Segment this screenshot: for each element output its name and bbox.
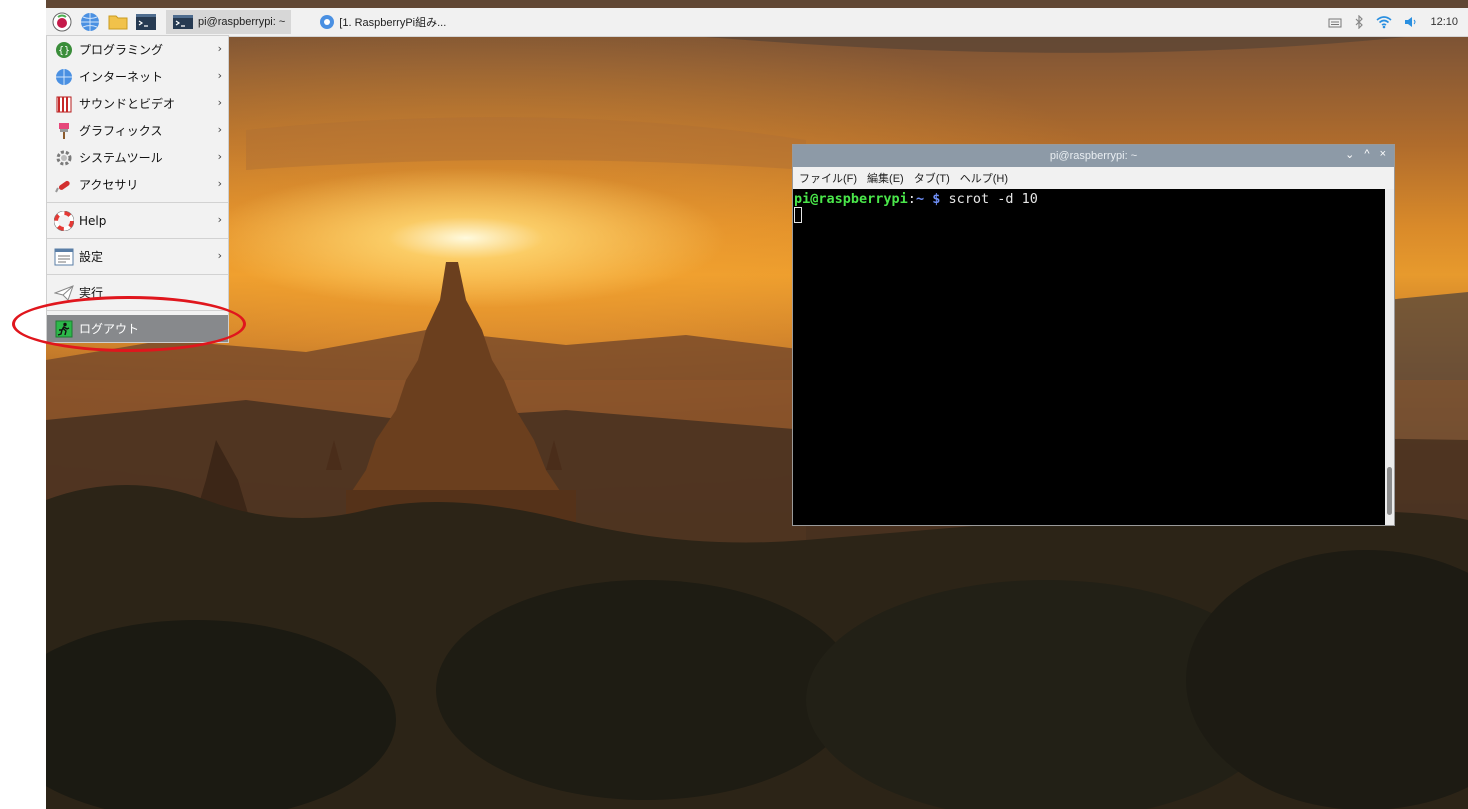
close-icon[interactable]: × (1380, 148, 1386, 161)
menu-item-graphics[interactable]: グラフィックス › (47, 117, 228, 144)
command-text: scrot -d 10 (940, 191, 1038, 207)
settings-panel-icon (53, 246, 75, 268)
prompt-separator: : (907, 191, 916, 207)
menu-separator (47, 202, 228, 203)
volume-icon[interactable] (1404, 15, 1418, 29)
prompt-user: pi@raspberrypi (794, 191, 908, 207)
swiss-knife-icon (53, 174, 75, 196)
prompt-path: ~ $ (915, 191, 941, 207)
menu-item-label: 設定 (79, 250, 104, 264)
terminal-launcher-icon[interactable] (134, 10, 158, 34)
paintbrush-icon (53, 120, 75, 142)
terminal-output[interactable]: pi@raspberrypi:~ $ scrot -d 10 (793, 189, 1385, 525)
highlight-circle (12, 296, 246, 352)
taskbar-item-terminal[interactable]: pi@raspberrypi: ~ (166, 10, 292, 34)
taskbar-item-browser[interactable]: [1. RaspberryPi組み... (313, 10, 452, 34)
minimize-icon[interactable]: ⌄ (1345, 148, 1354, 161)
terminal-icon (173, 15, 193, 29)
menu-separator (47, 274, 228, 275)
file-manager-icon[interactable] (106, 10, 130, 34)
web-browser-icon[interactable] (78, 10, 102, 34)
wifi-icon[interactable] (1376, 15, 1392, 29)
taskbar-item-label: [1. RaspberryPi組み... (339, 17, 447, 29)
submenu-arrow-icon: › (217, 150, 222, 163)
menu-item-label: システムツール (79, 151, 163, 165)
menu-edit[interactable]: 編集(E) (867, 170, 904, 186)
terminal-line: pi@raspberrypi:~ $ scrot -d 10 (794, 191, 1384, 207)
menu-item-help[interactable]: Help › (47, 207, 228, 234)
raspberry-menu-icon[interactable] (50, 10, 74, 34)
submenu-arrow-icon: › (217, 96, 222, 109)
menu-item-label: グラフィックス (79, 124, 163, 138)
menu-item-system-tools[interactable]: システムツール › (47, 144, 228, 171)
terminal-line (794, 207, 1384, 223)
popcorn-icon (53, 93, 75, 115)
menu-item-internet[interactable]: インターネット › (47, 63, 228, 90)
bluetooth-icon[interactable] (1354, 15, 1364, 29)
system-tray: 12:10 (1328, 15, 1468, 29)
submenu-arrow-icon: › (217, 213, 222, 226)
terminal-scrollbar[interactable] (1385, 189, 1394, 525)
menu-item-label: アクセサリ (79, 178, 139, 192)
menu-item-label: サウンドとビデオ (79, 97, 176, 111)
menu-item-label: インターネット (79, 70, 164, 84)
programming-icon: {} (53, 39, 75, 61)
menu-help[interactable]: ヘルプ(H) (960, 170, 1008, 186)
terminal-titlebar[interactable]: pi@raspberrypi: ~ ⌄ ^ × (793, 145, 1394, 167)
terminal-window: pi@raspberrypi: ~ ⌄ ^ × ファイル(F) 編集(E) タブ… (792, 144, 1395, 526)
lifebuoy-icon (53, 210, 75, 232)
terminal-menubar: ファイル(F) 編集(E) タブ(T) ヘルプ(H) (793, 167, 1394, 189)
taskbar-item-label: pi@raspberrypi: ~ (198, 16, 286, 28)
submenu-arrow-icon: › (217, 42, 222, 55)
menu-item-accessories[interactable]: アクセサリ › (47, 171, 228, 198)
menu-item-programming[interactable]: {} プログラミング › (47, 36, 228, 63)
window-title: pi@raspberrypi: ~ (1049, 150, 1138, 162)
gear-icon (53, 147, 75, 169)
menu-item-sound-video[interactable]: サウンドとビデオ › (47, 90, 228, 117)
globe-icon (53, 66, 75, 88)
menu-separator (47, 238, 228, 239)
clock[interactable]: 12:10 (1430, 16, 1458, 28)
text-cursor (794, 207, 802, 223)
submenu-arrow-icon: › (217, 177, 222, 190)
menu-item-preferences[interactable]: 設定 › (47, 243, 228, 270)
submenu-arrow-icon: › (217, 249, 222, 262)
chromium-icon (320, 15, 335, 29)
keyboard-icon[interactable] (1328, 16, 1342, 28)
submenu-arrow-icon: › (217, 123, 222, 136)
submenu-arrow-icon: › (217, 69, 222, 82)
maximize-icon[interactable]: ^ (1364, 148, 1369, 161)
top-panel: pi@raspberrypi: ~ [1. RaspberryPi組み... 1… (46, 8, 1468, 37)
menu-item-label: プログラミング (79, 43, 164, 57)
menu-file[interactable]: ファイル(F) (799, 170, 857, 186)
menu-item-label: Help (79, 213, 107, 228)
svg-text:{}: {} (58, 45, 70, 56)
scrollbar-thumb[interactable] (1387, 467, 1392, 515)
menu-tabs[interactable]: タブ(T) (914, 170, 950, 186)
